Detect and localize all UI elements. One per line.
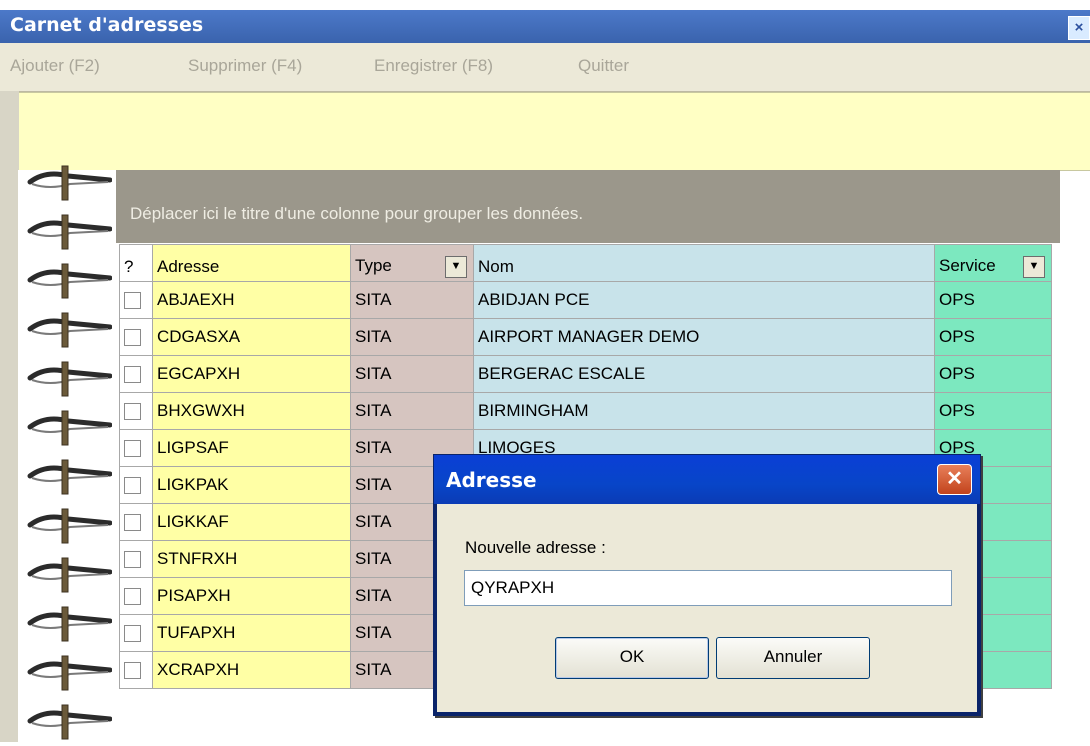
- row-address[interactable]: EGCAPXH: [152, 355, 351, 393]
- row-type[interactable]: SITA: [350, 392, 474, 430]
- notebook-rings-panel: [18, 165, 118, 742]
- notebook-ring-icon: [26, 407, 113, 447]
- header-type[interactable]: Type ▼: [350, 244, 474, 282]
- table-row[interactable]: BHXGWXH SITA BIRMINGHAM OPS: [119, 392, 1052, 430]
- ok-button[interactable]: OK: [555, 637, 709, 679]
- row-address[interactable]: ABJAEXH: [152, 281, 351, 319]
- header-name[interactable]: Nom: [473, 244, 935, 282]
- row-service[interactable]: OPS: [934, 281, 1052, 319]
- row-checkbox-cell: [119, 318, 153, 356]
- notebook-ring-icon: [26, 162, 113, 202]
- menu-quit[interactable]: Quitter: [578, 56, 629, 76]
- row-checkbox[interactable]: [124, 366, 141, 384]
- row-checkbox[interactable]: [124, 329, 141, 347]
- row-checkbox-cell: [119, 392, 153, 430]
- header-address[interactable]: Adresse: [152, 244, 351, 282]
- header-select[interactable]: ?: [119, 244, 153, 282]
- new-address-label: Nouvelle adresse :: [465, 538, 606, 557]
- row-address[interactable]: LIGKKAF: [152, 503, 351, 541]
- info-band: [18, 92, 1090, 171]
- cancel-button[interactable]: Annuler: [716, 637, 870, 679]
- row-checkbox[interactable]: [124, 625, 141, 643]
- row-service[interactable]: OPS: [934, 392, 1052, 430]
- row-service[interactable]: OPS: [934, 355, 1052, 393]
- notebook-ring-icon: [26, 456, 113, 496]
- row-checkbox[interactable]: [124, 551, 141, 569]
- row-checkbox[interactable]: [124, 477, 141, 495]
- row-checkbox-cell: [119, 503, 153, 541]
- menu-add[interactable]: Ajouter (F2): [10, 56, 100, 76]
- row-checkbox[interactable]: [124, 662, 141, 680]
- row-name[interactable]: BIRMINGHAM: [473, 392, 935, 430]
- row-address[interactable]: XCRAPXH: [152, 651, 351, 689]
- row-address[interactable]: PISAPXH: [152, 577, 351, 615]
- new-address-dialog: Adresse ✕ Nouvelle adresse : QYRAPXH OK …: [433, 454, 981, 716]
- window-close-icon[interactable]: ×: [1068, 16, 1090, 40]
- table-row[interactable]: ABJAEXH SITA ABIDJAN PCE OPS: [119, 281, 1052, 319]
- row-checkbox[interactable]: [124, 440, 141, 458]
- notebook-ring-icon: [26, 309, 113, 349]
- row-address[interactable]: STNFRXH: [152, 540, 351, 578]
- row-address[interactable]: LIGKPAK: [152, 466, 351, 504]
- row-checkbox[interactable]: [124, 403, 141, 421]
- notebook-spine: [0, 91, 19, 742]
- row-type[interactable]: SITA: [350, 281, 474, 319]
- dialog-title: Adresse: [446, 468, 537, 492]
- row-checkbox-cell: [119, 614, 153, 652]
- row-address[interactable]: BHXGWXH: [152, 392, 351, 430]
- header-service[interactable]: Service ▼: [934, 244, 1052, 282]
- notebook-ring-icon: [26, 260, 113, 300]
- dialog-close-icon[interactable]: ✕: [937, 464, 972, 495]
- type-filter-dropdown-icon[interactable]: ▼: [445, 256, 467, 278]
- dialog-body: Nouvelle adresse : QYRAPXH OK Annuler: [437, 504, 977, 712]
- menu-save[interactable]: Enregistrer (F8): [374, 56, 493, 76]
- table-row[interactable]: CDGASXA SITA AIRPORT MANAGER DEMO OPS: [119, 318, 1052, 356]
- row-checkbox-cell: [119, 429, 153, 467]
- row-address[interactable]: CDGASXA: [152, 318, 351, 356]
- row-type[interactable]: SITA: [350, 355, 474, 393]
- row-type[interactable]: SITA: [350, 318, 474, 356]
- row-name[interactable]: ABIDJAN PCE: [473, 281, 935, 319]
- menu-delete[interactable]: Supprimer (F4): [188, 56, 302, 76]
- row-checkbox[interactable]: [124, 514, 141, 532]
- notebook-ring-icon: [26, 603, 113, 643]
- window-titlebar: Carnet d'adresses ×: [0, 10, 1090, 43]
- row-name[interactable]: AIRPORT MANAGER DEMO: [473, 318, 935, 356]
- row-checkbox-cell: [119, 540, 153, 578]
- menu-bar: Ajouter (F2) Supprimer (F4) Enregistrer …: [0, 43, 1090, 92]
- row-checkbox-cell: [119, 577, 153, 615]
- notebook-ring-icon: [26, 505, 113, 545]
- row-service[interactable]: OPS: [934, 318, 1052, 356]
- row-address[interactable]: LIGPSAF: [152, 429, 351, 467]
- new-address-input[interactable]: QYRAPXH: [464, 570, 952, 606]
- row-address[interactable]: TUFAPXH: [152, 614, 351, 652]
- row-checkbox[interactable]: [124, 292, 141, 310]
- row-checkbox[interactable]: [124, 588, 141, 606]
- group-by-panel[interactable]: Déplacer ici le titre d'une colonne pour…: [116, 170, 1060, 243]
- notebook-ring-icon: [26, 211, 113, 251]
- group-by-hint: Déplacer ici le titre d'une colonne pour…: [130, 204, 584, 223]
- row-checkbox-cell: [119, 281, 153, 319]
- row-checkbox-cell: [119, 355, 153, 393]
- dialog-titlebar[interactable]: Adresse ✕: [434, 455, 980, 504]
- service-filter-dropdown-icon[interactable]: ▼: [1023, 256, 1045, 278]
- grid-header-row: ? Adresse Type ▼ Nom Service ▼: [119, 244, 1052, 282]
- window-title: Carnet d'adresses: [10, 14, 204, 36]
- row-checkbox-cell: [119, 651, 153, 689]
- notebook-ring-icon: [26, 701, 113, 741]
- notebook-ring-icon: [26, 652, 113, 692]
- table-row[interactable]: EGCAPXH SITA BERGERAC ESCALE OPS: [119, 355, 1052, 393]
- row-name[interactable]: BERGERAC ESCALE: [473, 355, 935, 393]
- notebook-ring-icon: [26, 554, 113, 594]
- notebook-ring-icon: [26, 358, 113, 398]
- row-checkbox-cell: [119, 466, 153, 504]
